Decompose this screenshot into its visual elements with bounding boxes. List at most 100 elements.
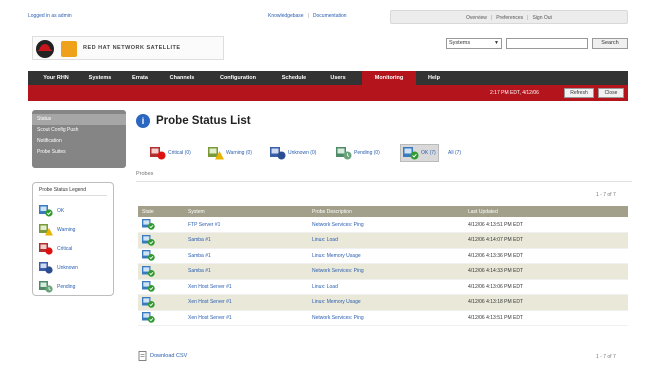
search-scope-select[interactable]: Systems ▼ [446,38,502,49]
user-link[interactable]: Logged in as admin [28,13,72,19]
filter-critical[interactable]: Critical (0) [150,144,191,162]
tab-systems[interactable]: Systems [80,71,120,85]
legend-item-warning: Warning [39,220,107,239]
column-header-system[interactable]: System [184,206,308,217]
page-title: Probe Status List [156,115,251,127]
state-cell [138,294,184,311]
top-strip: Logged in as admin Knowledgebase | Documen… [22,10,630,24]
info-icon: i [136,114,150,128]
pending-icon [39,280,53,293]
doc-links: Knowledgebase | Documentation [268,13,347,19]
filter-pending[interactable]: Pending (0) [336,144,380,162]
close-button[interactable]: Close [598,88,624,98]
sidebar-nav: Status Scout Config Push Notification Pr… [32,110,126,168]
link-separator: | [490,15,493,21]
tab-errata[interactable]: Errata [124,71,156,85]
filter-ok[interactable]: OK (7) [400,144,439,162]
sidebar-item-status[interactable]: Status [32,114,126,125]
legend-label: Unknown [57,264,78,271]
probe-description-link[interactable]: Network Services: Ping [308,217,464,233]
last-updated-cell: 4/12/06 4:13:18 PM EDT [464,294,628,311]
system-link[interactable]: Samba #1 [184,248,308,264]
column-header-probe-description[interactable]: Probe Description [308,206,464,217]
legend-label: Warning [57,226,76,233]
probe-table-body: FTP Server #1 Network Services: Ping 4/12/… [138,217,628,326]
probe-status-legend: Probe Status Legend OK Warning Critical … [32,182,114,296]
system-link[interactable]: FTP Server #1 [184,217,308,233]
system-link[interactable]: Xen Host Server #1 [184,294,308,311]
table-row: FTP Server #1 Network Services: Ping 4/12/… [138,217,628,233]
system-link[interactable]: Xen Host Server #1 [184,279,308,295]
legend-label: Pending [57,283,76,290]
download-csv-label: Download CSV [150,353,188,359]
refresh-button[interactable]: Refresh [564,88,594,98]
preferences-link[interactable]: Preferences [496,15,523,21]
link-separator: | [527,15,529,21]
critical-icon [39,242,53,255]
tab-users[interactable]: Users [320,71,356,85]
ok-icon [142,296,155,308]
status-timestamp: 2:17 PM EDT, 4/12/06 [490,90,539,96]
ok-icon [142,234,155,246]
system-link[interactable]: Xen Host Server #1 [184,310,308,326]
probe-description-link[interactable]: Network Services: Ping [308,263,464,280]
table-row: Samba #1 Linux: Load 4/12/06 4:14:07 PM ED… [138,232,628,249]
tab-schedule[interactable]: Schedule [272,71,316,85]
filter-all[interactable]: All (7) [448,144,461,162]
download-csv-link[interactable]: Download CSV [138,351,187,361]
probe-description-link[interactable]: Linux: Load [308,279,464,295]
probe-description-link[interactable]: Linux: Memory Usage [308,294,464,311]
legend-item-ok: OK [39,201,107,220]
legend-title: Probe Status Legend [39,187,107,196]
legend-item-critical: Critical [39,239,107,258]
logo[interactable]: RED HAT NETWORK SATELLITE [32,36,224,60]
system-link[interactable]: Samba #1 [184,232,308,249]
ok-icon [142,265,155,277]
pager-bottom: 1 - 7 of 7 [596,354,616,360]
filter-label: Critical (0) [168,150,191,156]
tab-monitoring[interactable]: Monitoring [362,71,416,85]
search-input[interactable] [506,38,588,49]
filter-label: Pending (0) [354,150,380,156]
column-header-last-updated[interactable]: Last Updated [464,206,628,217]
filter-unknown[interactable]: Unknown (0) [270,144,316,162]
last-updated-cell: 4/12/06 4:14:33 PM EDT [464,263,628,280]
overview-link[interactable]: Overview [466,15,487,21]
satellite-logo-icon [61,41,77,57]
knowledgebase-link[interactable]: Knowledgebase [268,13,304,19]
link-separator: | [307,13,309,19]
table-row: Samba #1 Network Services: Ping 4/12/06 4:… [138,263,628,280]
sign-out-link[interactable]: Sign Out [532,15,551,21]
monitoring-subbar: 2:17 PM EDT, 4/12/06 Refresh Close [28,85,628,101]
sidebar-item-notification[interactable]: Notification [37,136,121,147]
logo-text: RED HAT NETWORK SATELLITE [83,45,181,51]
filter-label: OK (7) [421,150,436,156]
sidebar-item-probe-suites[interactable]: Probe Suites [37,147,121,158]
warning-icon [208,147,224,160]
sidebar-item-scout-config-push[interactable]: Scout Config Push [37,125,121,136]
probe-table: State System Probe Description Last Upda… [138,206,628,326]
probe-description-link[interactable]: Linux: Memory Usage [308,248,464,264]
table-row: Xen Host Server #1 Linux: Load 4/12/06 4:1… [138,279,628,295]
tab-your-rhn[interactable]: Your RHN [36,71,76,85]
tab-channels[interactable]: Channels [160,71,204,85]
search-scope-value: Systems [449,40,471,46]
tab-configuration[interactable]: Configuration [208,71,268,85]
tab-help[interactable]: Help [420,71,448,85]
system-link[interactable]: Samba #1 [184,263,308,280]
state-cell [138,232,184,249]
main-nav: Your RHN Systems Errata Channels Configu… [28,71,628,85]
search-button[interactable]: Search [592,38,628,49]
legend-label: OK [57,207,65,214]
legend-label: Critical [57,245,73,252]
probe-description-link[interactable]: Linux: Load [308,232,464,249]
state-cell [138,263,184,280]
filter-warning[interactable]: Warning (0) [208,144,252,162]
probe-description-link[interactable]: Network Services: Ping [308,310,464,326]
filter-label: Warning (0) [226,150,252,156]
ok-icon [142,219,155,230]
last-updated-cell: 4/12/06 4:13:06 PM EDT [464,279,628,295]
state-cell [138,248,184,264]
documentation-link[interactable]: Documentation [313,13,347,19]
column-header-state[interactable]: State [138,206,184,217]
